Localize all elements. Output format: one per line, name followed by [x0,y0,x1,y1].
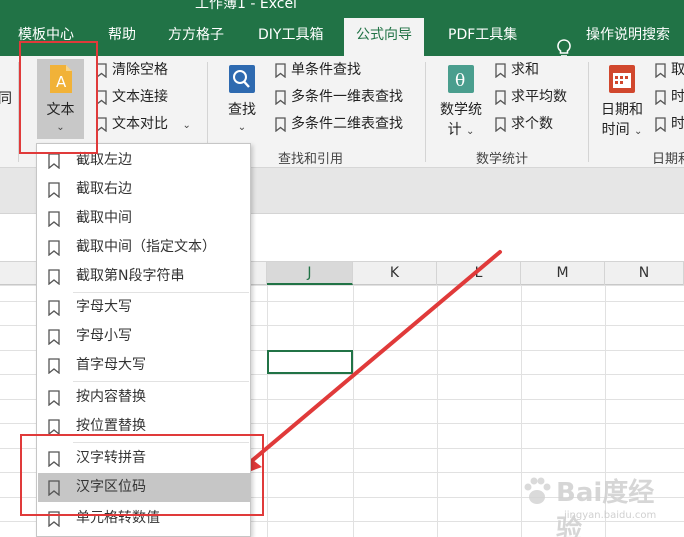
bookmark-icon [48,511,60,527]
bookmark-icon [48,480,60,496]
menu-item-label: 截取中间 [76,210,132,226]
menu-item-label: 字母大写 [76,299,132,315]
menu-item-extract-left[interactable]: 截取左边 [38,146,250,175]
menu-separator [73,442,249,443]
menu-item-label: 截取左边 [76,152,132,168]
bookmark-icon [48,390,60,406]
menu-item-label: 按位置替换 [76,418,146,434]
bookmark-icon [48,300,60,316]
bookmark-icon [48,358,60,374]
menu-item-extract-middle[interactable]: 截取中间 [38,204,250,233]
menu-item-hanzi-area-code[interactable]: 汉字区位码 [38,473,250,502]
menu-item-capitalize[interactable]: 首字母大写 [38,351,250,380]
menu-item-label: 汉字转拼音 [76,450,146,466]
menu-item-label: 截取第N段字符串 [76,268,185,284]
menu-item-extract-middle-by-text[interactable]: 截取中间（指定文本） [38,233,250,262]
menu-item-label: 汉字区位码 [76,479,146,495]
bookmark-icon [48,211,60,227]
menu-item-label: 字母小写 [76,328,132,344]
bookmark-icon [48,153,60,169]
bookmark-icon [48,451,60,467]
menu-item-hanzi-to-pinyin[interactable]: 汉字转拼音 [38,444,250,473]
paw-logo-icon [524,477,551,504]
menu-item-label: 截取中间（指定文本） [76,239,216,255]
menu-item-lowercase[interactable]: 字母小写 [38,322,250,351]
bookmark-icon [48,329,60,345]
baidu-jingyan-watermark: Bai度经验 jingyan.baidu.com [520,472,670,537]
menu-item-label: 单元格转数值 [76,510,160,526]
menu-item-label: 按内容替换 [76,389,146,405]
bookmark-icon [48,240,60,256]
menu-separator [73,381,249,382]
watermark-brand: Bai度经验 [556,478,655,537]
menu-item-cell-to-number[interactable]: 单元格转数值 [38,504,250,533]
bookmark-icon [48,269,60,285]
menu-item-extract-right[interactable]: 截取右边 [38,175,250,204]
menu-item-label: 首字母大写 [76,357,146,373]
menu-item-uppercase[interactable]: 字母大写 [38,293,250,322]
menu-item-extract-nth-segment[interactable]: 截取第N段字符串 [38,262,250,291]
text-dropdown-menu: 截取左边 截取右边 截取中间 截取中间（指定文本） 截取第N段字符串 字母大写 … [36,143,251,537]
menu-item-replace-by-content[interactable]: 按内容替换 [38,383,250,412]
watermark-url: jingyan.baidu.com [564,510,657,521]
menu-item-replace-by-position[interactable]: 按位置替换 [38,412,250,441]
menu-item-label: 截取右边 [76,181,132,197]
bookmark-icon [48,419,60,435]
bookmark-icon [48,182,60,198]
